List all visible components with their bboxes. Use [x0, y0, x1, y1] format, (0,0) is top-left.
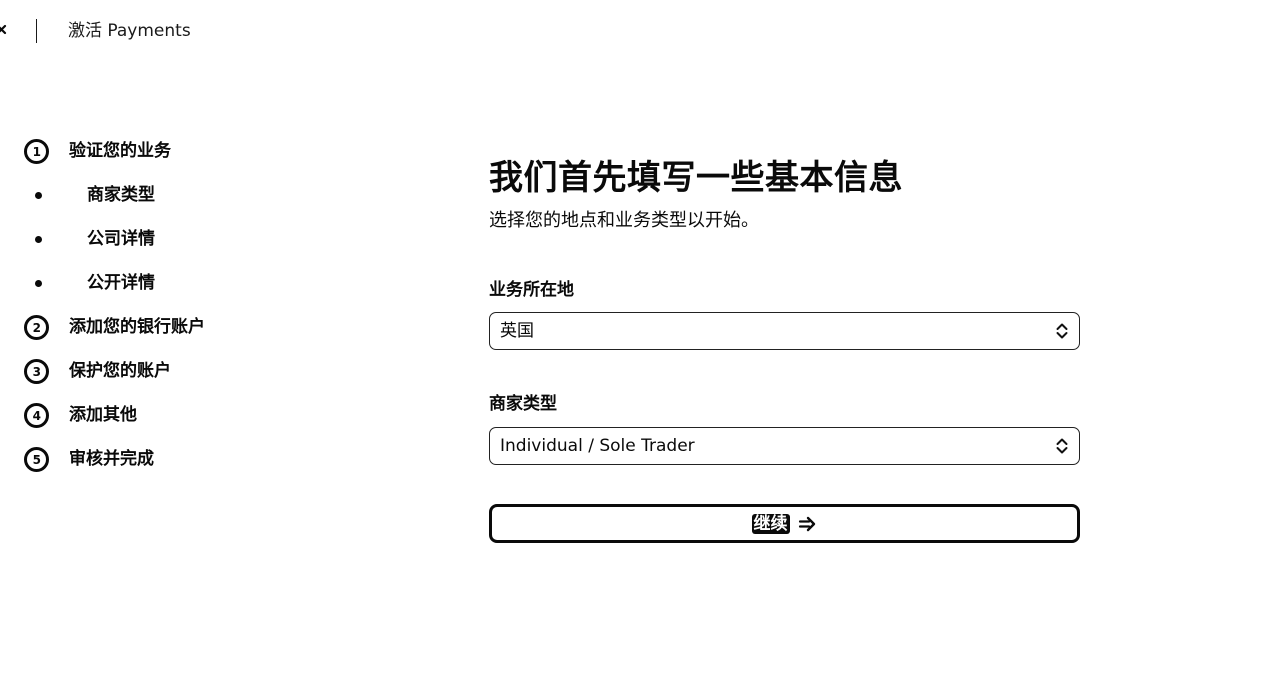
step-label: 验证您的业务	[69, 141, 171, 161]
bullet-icon	[35, 236, 42, 243]
step-label: 添加您的银行账户	[69, 317, 205, 337]
step-2: 2 添加您的银行账户	[0, 305, 300, 349]
arrow-right-icon	[798, 516, 815, 531]
merchant-type-label: 商家类型	[489, 394, 557, 414]
substep-merchant-type: 商家类型	[0, 173, 300, 217]
step-1: 1 验证您的业务	[0, 129, 300, 173]
step-5-badge: 5	[24, 447, 49, 472]
substep-label: 商家类型	[87, 185, 155, 205]
page-subtitle: 选择您的地点和业务类型以开始。	[489, 210, 759, 231]
step-number: 5	[32, 452, 41, 467]
step-5: 5 审核并完成	[0, 437, 300, 481]
header-title: 激活 Payments	[68, 21, 191, 41]
bullet-icon	[35, 280, 42, 287]
step-label: 添加其他	[69, 405, 137, 425]
merchant-type-select-value: Individual / Sole Trader	[500, 436, 695, 456]
step-2-badge: 2	[24, 315, 49, 340]
location-select-value: 英国	[500, 321, 534, 341]
bullet-icon	[35, 192, 42, 199]
header-divider	[36, 19, 37, 43]
substep-label: 公司详情	[87, 229, 155, 249]
step-3: 3 保护您的账户	[0, 349, 300, 393]
step-number: 1	[32, 144, 41, 159]
substep-company-details: 公司详情	[0, 217, 300, 261]
step-label: 审核并完成	[69, 449, 154, 469]
step-label: 保护您的账户	[69, 361, 171, 381]
substep-public-details: 公开详情	[0, 261, 300, 305]
step-number: 2	[32, 320, 41, 335]
step-3-badge: 3	[24, 359, 49, 384]
page-title: 我们首先填写一些基本信息	[489, 158, 903, 198]
continue-button[interactable]: 继续	[489, 504, 1080, 543]
location-label: 业务所在地	[489, 280, 574, 300]
continue-button-label: 继续	[751, 513, 790, 534]
step-number: 4	[32, 408, 41, 423]
chevron-up-down-icon	[1056, 323, 1068, 339]
substep-label: 公开详情	[87, 273, 155, 293]
step-1-badge: 1	[24, 139, 49, 164]
location-select[interactable]: 英国	[489, 312, 1080, 350]
step-4-badge: 4	[24, 403, 49, 428]
merchant-type-select[interactable]: Individual / Sole Trader	[489, 427, 1080, 465]
step-number: 3	[32, 364, 41, 379]
top-bar: 激活 Payments	[0, 0, 1280, 62]
step-4: 4 添加其他	[0, 393, 300, 437]
chevron-up-down-icon	[1056, 438, 1068, 454]
close-icon[interactable]	[0, 20, 12, 42]
